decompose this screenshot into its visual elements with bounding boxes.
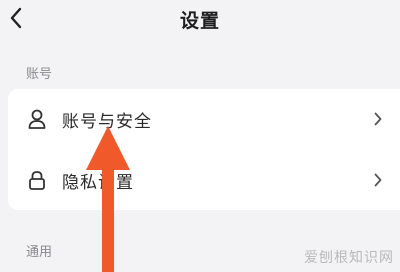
- account-settings-card: 账号与安全 隐私设置: [8, 89, 400, 210]
- page-title: 设置: [179, 10, 220, 32]
- lock-icon: [26, 169, 48, 191]
- watermark: 爱刨根知识网: [304, 250, 394, 266]
- section-label-account: 账号: [26, 67, 53, 82]
- list-item-privacy-settings[interactable]: 隐私设置: [8, 150, 400, 210]
- arrow-up-icon: [86, 126, 130, 272]
- person-icon: [26, 108, 48, 130]
- chevron-right-icon: [372, 111, 384, 127]
- section-label-general: 通用: [26, 245, 53, 260]
- header-bar: 设置: [0, 0, 400, 40]
- chevron-right-icon: [372, 172, 384, 188]
- list-item-account-security[interactable]: 账号与安全: [8, 89, 400, 149]
